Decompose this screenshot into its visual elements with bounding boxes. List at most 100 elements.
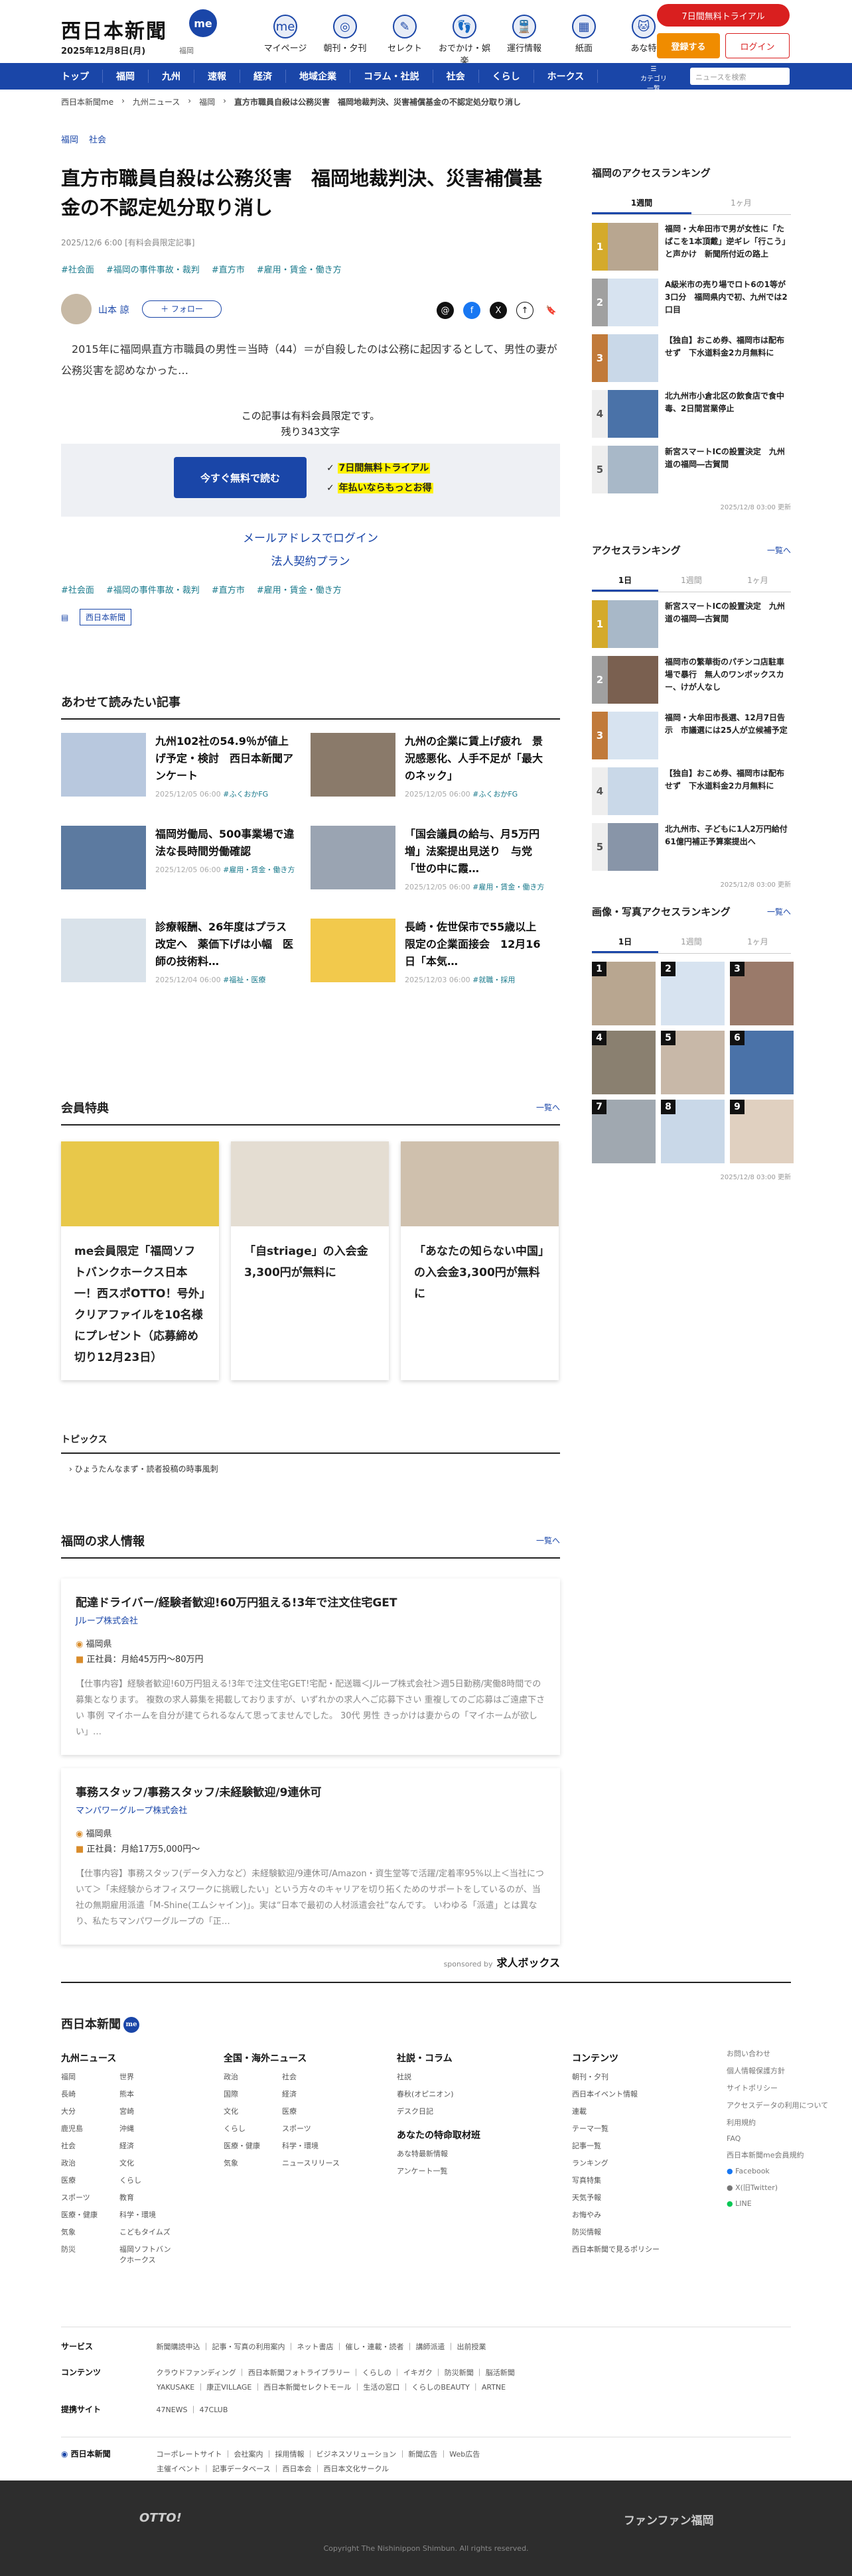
footer-link[interactable]: 記事・写真の利用案内 (212, 2343, 285, 2351)
gnav-hawks[interactable]: ホークス (534, 70, 599, 83)
tag-link[interactable]: #雇用・賃金・働き方 (257, 583, 342, 596)
tag-link[interactable]: #福岡の事件事故・裁判 (106, 263, 200, 275)
gnav-column[interactable]: コラム・社説 (350, 70, 433, 83)
footer-link[interactable]: 医療・健康 (224, 2140, 282, 2151)
footer-logo[interactable]: 西日本新聞 me (61, 2015, 139, 2033)
follow-button[interactable]: ＋ フォロー (142, 300, 222, 318)
footer-link[interactable]: 西日本会 (282, 2465, 311, 2473)
related-item[interactable]: 長崎・佐世保市で55歳以上限定の企業面接会 12月16日「本気… 2025/12/… (311, 919, 560, 985)
me-badge[interactable]: me (189, 9, 217, 37)
footer-link[interactable]: イキガク (403, 2368, 433, 2377)
related-item[interactable]: 福岡労働局、500事業場で違法な長時間労働確認 2025/12/05 06:00 … (61, 826, 311, 892)
footer-link[interactable]: くらし (224, 2123, 282, 2134)
topics-item[interactable]: › ひょうたんなまず・読者投稿の時事風刺 (61, 1463, 560, 1474)
register-button[interactable]: 登録する (657, 33, 720, 58)
footer-link[interactable]: 宮崎 (119, 2106, 178, 2116)
author-avatar[interactable] (61, 294, 92, 324)
ranking-item[interactable]: 4 北九州市小倉北区の飲食店で食中毒、2日間営業停止 (592, 390, 791, 438)
tag-link[interactable]: #社会面 (61, 263, 94, 275)
footer-link[interactable]: 社説 (397, 2071, 480, 2082)
footer-link[interactable]: 福岡 (61, 2071, 119, 2082)
weather-location[interactable]: 福岡 (179, 45, 194, 56)
footer-link[interactable]: テーマ一覧 (572, 2123, 660, 2134)
nav-outing[interactable]: 👣 おでかけ・娯楽 (435, 15, 494, 66)
footer-link[interactable]: 文化 (119, 2157, 178, 2168)
footer-link[interactable]: 朝刊・夕刊 (572, 2071, 660, 2082)
footer-link[interactable]: アンケート一覧 (397, 2165, 480, 2176)
footer-link[interactable]: 脳活新聞 (486, 2368, 515, 2377)
ranking-item[interactable]: 2 福岡市の繁華街のパチンコ店駐車場で暴行 無人のワンボックスカー、けが人なし (592, 656, 791, 704)
photo-item[interactable]: 7 (592, 1100, 656, 1163)
crumb-kyushu[interactable]: 九州ニュース (133, 96, 180, 107)
footer-link[interactable]: 会社案内 (234, 2450, 263, 2459)
tab-week[interactable]: 1週間 (658, 932, 725, 953)
footer-link[interactable]: 個人情報保護方針 (727, 2065, 828, 2076)
photo-item[interactable]: 9 (730, 1100, 794, 1163)
photo-item[interactable]: 8 (661, 1100, 725, 1163)
photo-item[interactable]: 4 (592, 1031, 656, 1094)
footer-link[interactable]: 教育 (119, 2192, 178, 2203)
footer-link[interactable]: 防災 (61, 2244, 119, 2265)
tab-week[interactable]: 1週間 (658, 570, 725, 592)
crumb-fukuoka[interactable]: 福岡 (199, 96, 215, 107)
gnav-local-biz[interactable]: 地域企業 (286, 70, 350, 83)
footer-link[interactable]: 写真特集 (572, 2175, 660, 2185)
footer-link[interactable]: 政治 (224, 2071, 282, 2082)
nav-select[interactable]: ✎ セレクト (375, 15, 435, 66)
footer-link[interactable]: 経済 (282, 2089, 340, 2099)
footer-link[interactable]: YAKUSAKE (157, 2383, 194, 2392)
footer-link[interactable]: 医療 (282, 2106, 340, 2116)
ranking-item[interactable]: 5 北九州市、子どもに1人2万円給付 61億円補正予算案提出へ (592, 823, 796, 871)
footer-link[interactable]: ニュースリリース (282, 2157, 340, 2168)
footer-link[interactable]: Web広告 (449, 2450, 480, 2459)
footer-link[interactable]: 防災情報 (572, 2226, 660, 2237)
tab-month[interactable]: 1ヶ月 (725, 932, 791, 953)
tab-month[interactable]: 1ヶ月 (691, 193, 791, 214)
ranking-item[interactable]: 1 福岡・大牟田市で男が女性に「たばこを1本頂戴」逆ギレ「行こう」と声かけ 新聞所… (592, 223, 791, 271)
footer-link[interactable]: 天気予報 (572, 2192, 660, 2203)
ranking-item[interactable]: 2 A級米市の売り場でロト6の1等が3口分 福岡県内で初、九州では2口目 (592, 279, 791, 326)
footer-link[interactable]: 西日本新聞で見るポリシー (572, 2244, 660, 2254)
footer-link[interactable]: 47CLUB (200, 2406, 228, 2414)
fanfan-logo[interactable]: ファンファン福岡 (624, 2511, 714, 2528)
otto-logo[interactable]: OTTO! (139, 2511, 182, 2525)
share-icon[interactable]: ↑ (516, 302, 533, 319)
footer-link[interactable]: 西日本文化サークル (323, 2465, 389, 2473)
tab-week[interactable]: 1週間 (592, 193, 691, 214)
job-card[interactable]: 事務スタッフ/事務スタッフ/未経験歓迎/9連休可 マンパワーグループ株式会社 ◉… (61, 1768, 560, 1945)
publisher-tag[interactable]: 西日本新聞 (80, 609, 132, 625)
footer-link[interactable]: ネット書店 (297, 2343, 334, 2351)
footer-link[interactable]: 医療・健康 (61, 2209, 119, 2220)
gnav-top[interactable]: トップ (61, 70, 103, 83)
bookmark-icon[interactable]: 🔖 (543, 302, 560, 319)
login-button[interactable]: ログイン (725, 33, 790, 58)
tag-link[interactable]: #福岡の事件事故・裁判 (106, 583, 200, 596)
tag-link[interactable]: #社会面 (61, 583, 94, 596)
footer-link[interactable]: 熊本 (119, 2089, 178, 2099)
footer-link[interactable]: ビジネスソリューション (317, 2450, 397, 2459)
photo-item[interactable]: 3 (730, 962, 794, 1025)
x-link[interactable]: ● X(旧Twitter) (727, 2182, 828, 2193)
footer-link[interactable]: 医療 (61, 2175, 119, 2185)
tag-link[interactable]: #雇用・賃金・働き方 (257, 263, 342, 275)
ranking-item[interactable]: 1 新宮スマートICの設置決定 九州道の福岡―古賀間 (592, 600, 791, 648)
photo-more-link[interactable]: 一覧へ (767, 906, 791, 917)
sponsor[interactable]: sponsored by 求人ボックス (61, 1954, 560, 1970)
nav-transit[interactable]: 🚆 運行情報 (494, 15, 554, 66)
footer-link[interactable]: 出前授業 (457, 2343, 486, 2351)
category-fukuoka[interactable]: 福岡 (61, 133, 78, 145)
footer-link[interactable]: こどもタイムズ (119, 2226, 178, 2237)
facebook-link[interactable]: ● Facebook (727, 2167, 828, 2175)
footer-link[interactable]: 気象 (61, 2226, 119, 2237)
site-logo[interactable]: 西日本新聞 (61, 15, 167, 44)
footer-link[interactable]: コーポレートサイト (157, 2450, 222, 2459)
ranking-item[interactable]: 4 【独自】おこめ券、福岡市は配布せず 下水道料金2カ月無料に (592, 767, 791, 815)
email-login-link[interactable]: メールアドレスでログイン (61, 529, 560, 545)
benefit-card[interactable]: 「自striage」の入会金3,300円が無料に (231, 1141, 389, 1380)
gnav-breaking[interactable]: 速報 (194, 70, 240, 83)
threads-icon[interactable]: @ (437, 302, 454, 319)
footer-link[interactable]: お問い合わせ (727, 2048, 828, 2059)
footer-link[interactable]: お悔やみ (572, 2209, 660, 2220)
tag-link[interactable]: #直方市 (212, 583, 245, 596)
footer-link[interactable]: 主催イベント (157, 2465, 200, 2473)
